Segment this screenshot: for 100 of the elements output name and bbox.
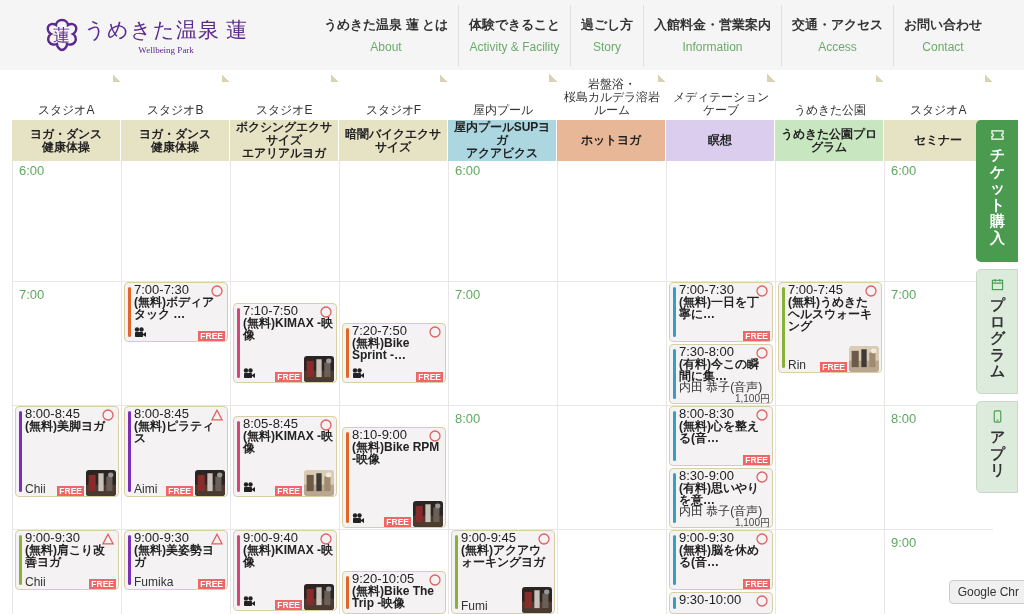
class-card[interactable]: 8:00-8:45 (無料)ピラティス Aimi FREE — [124, 406, 228, 497]
price-text: 1,100円 — [734, 394, 770, 403]
program-name: アクアビクス — [466, 147, 538, 160]
program-name: 暗闇バイクエクササイズ — [344, 127, 442, 154]
hour-label: 7:00 — [891, 287, 917, 302]
class-card[interactable]: 7:30-8:00 (有料)今この瞬間に集… 内田 恭子(音声) 1,100円 — [669, 344, 773, 404]
instructor-name: Aimi — [134, 484, 158, 495]
side-tab[interactable]: プログラム — [976, 269, 1018, 394]
class-time: 9:00-9:30 — [134, 531, 189, 544]
class-title: (無料)肩こり改善ヨガ — [25, 544, 106, 568]
class-time: 7:30-8:00 — [679, 345, 735, 358]
class-card[interactable]: 7:10-7:50 (無料)KIMAX -映像 FREE — [233, 302, 337, 384]
class-card[interactable]: 8:00-8:30 (無料)心を整える(音… FREE — [669, 406, 773, 466]
instructor-name: 内田 恭子(音声) — [679, 506, 763, 517]
free-tag: FREE — [275, 486, 302, 496]
class-time: 7:00-7:30 — [134, 283, 190, 296]
free-tag: FREE — [275, 599, 302, 610]
class-card[interactable]: 7:20-7:50 (無料)Bike Sprint -… FREE — [342, 323, 446, 384]
class-time: 9:20-10:05 — [352, 572, 415, 586]
class-title: (無料)Bike Sprint -… — [352, 337, 411, 362]
studio-name: メディテーションケーブ — [671, 91, 770, 117]
class-title: (無料)脳を休める(音… — [679, 544, 760, 568]
studio-name: 桜島カルデラ溶岩ルーム — [562, 91, 661, 117]
nav-link[interactable]: うめきた温泉 蓮 とは About — [314, 4, 458, 66]
tooltip: Google Chr — [948, 580, 1024, 604]
class-card[interactable]: 8:10-9:00 (無料)Bike RPM -映像 FREE — [342, 426, 446, 528]
free-tag: FREE — [743, 579, 770, 589]
class-card[interactable]: 9:00-9:30 (無料)肩こり改善ヨガ Chii FREE — [15, 530, 119, 590]
studio-name: スタジオB — [147, 104, 204, 117]
free-tag: FREE — [743, 331, 770, 341]
ticket-icon — [990, 128, 1004, 141]
instructor-name: Fumika — [134, 577, 174, 588]
program-name: 健康体操 — [151, 140, 199, 154]
nav-link[interactable]: 体験できること Activity & Facility — [458, 4, 570, 66]
free-tag: FREE — [384, 517, 411, 527]
class-card[interactable]: 9:00-9:45 (無料)アクアウォーキングヨガ Fumi — [451, 530, 555, 614]
class-card[interactable]: 9:00-9:30 (無料)脳を休める(音… FREE — [669, 530, 773, 590]
class-title: (無料)Bike RPM -映像 — [352, 440, 441, 465]
class-title: (無料)美脚ヨガ — [25, 420, 107, 432]
hour-label: 8:00 — [891, 411, 917, 426]
class-time: 9:00-9:30 — [25, 531, 81, 544]
nav-link[interactable]: 入館料金・営業案内 Information — [643, 4, 781, 66]
instructor-name: Chii — [25, 577, 46, 588]
class-card[interactable]: 8:00-8:45 (無料)美脚ヨガ Chii FREE — [15, 406, 119, 497]
class-card[interactable]: 9:00-9:40 (無料)KIMAX -映像 FREE — [233, 530, 337, 611]
logo-icon — [44, 17, 80, 53]
class-time: 8:00-8:30 — [679, 407, 735, 420]
class-title: (無料)ピラティス — [134, 420, 215, 444]
instructor-name: Chii — [25, 484, 46, 495]
class-title: (無料)一日を丁寧に… — [679, 296, 760, 320]
program-name: うめきた公園プログラム — [780, 127, 878, 154]
class-card[interactable]: 8:30-9:00 (有料)思いやりを意… 内田 恭子(音声) 1,100円 — [669, 468, 773, 528]
class-card[interactable]: 7:00-7:30 (無料)一日を丁寧に… FREE — [669, 282, 773, 342]
free-tag: FREE — [57, 486, 84, 496]
class-title: (無料)うめきたヘルスウォーキング — [788, 296, 873, 332]
instructor-name: Fumi — [461, 601, 488, 612]
free-tag: FREE — [198, 579, 225, 589]
side-tab[interactable]: アプリ — [976, 401, 1018, 493]
free-tag: FREE — [198, 331, 225, 341]
free-tag: FREE — [89, 579, 116, 589]
class-title: (有料)思いやりを意… — [679, 482, 759, 506]
corner-mark — [767, 74, 775, 82]
studio-name: スタジオA — [910, 104, 967, 117]
class-time: 9:00-9:45 — [461, 531, 517, 544]
class-card[interactable]: 9:20-10:05 (無料)Bike The Trip -映像 — [342, 571, 446, 614]
instructor-name: Rin — [788, 360, 806, 371]
class-time: 7:10-7:50 — [243, 303, 299, 317]
program-name: ヨガ・ダンス — [30, 127, 102, 141]
program-name: ホットヨガ — [581, 134, 641, 147]
program-name: セミナー — [914, 134, 962, 147]
class-card[interactable]: 7:00-7:30 (無料)ボディアタック … FREE — [124, 282, 228, 342]
instructor-name: 内田 恭子(音声) — [679, 382, 763, 393]
hour-label: 9:00 — [891, 535, 917, 550]
program-name: エアリアルヨガ — [242, 147, 326, 160]
class-card[interactable]: 9:30-10:00 — [669, 592, 773, 614]
class-card[interactable]: 8:05-8:45 (無料)KIMAX -映像 FREE — [233, 416, 337, 497]
nav-link[interactable]: お問い合わせ Contact — [893, 4, 992, 66]
calendar-icon — [990, 278, 1004, 291]
program-name: ボクシングエクササイズ — [235, 121, 333, 147]
class-title: (無料)Bike The Trip -映像 — [352, 585, 435, 610]
class-title: (無料)ボディアタック … — [134, 296, 215, 320]
class-time: 7:00-7:30 — [679, 283, 735, 296]
class-time: 8:05-8:45 — [243, 417, 298, 431]
class-time: 7:20-7:50 — [352, 324, 407, 338]
free-tag: FREE — [820, 362, 847, 372]
class-card[interactable]: 7:00-7:45 (無料)うめきたヘルスウォーキング Rin FREE — [778, 282, 882, 373]
class-time: 7:00-7:45 — [788, 283, 844, 296]
program-name: 屋内プールSUPヨガ — [452, 121, 552, 147]
hour-label: 7:00 — [455, 287, 481, 302]
hour-label: 7:00 — [19, 287, 45, 302]
class-title: (無料)KIMAX -映像 — [243, 430, 334, 455]
studio-name: スタジオA — [38, 104, 95, 117]
corner-mark — [549, 74, 557, 82]
nav-link[interactable]: 交通・アクセス Access — [781, 4, 893, 66]
nav-link[interactable]: 過ごし方 Story — [570, 4, 643, 66]
class-card[interactable]: 9:00-9:30 (無料)美姿勢ヨガ Fumika FREE — [124, 530, 228, 590]
class-time: 9:00-9:30 — [679, 531, 734, 544]
studio-name: うめきた公園 — [793, 104, 866, 117]
class-time: 8:00-8:45 — [25, 407, 80, 420]
logo-name: うめきた温泉 蓮 — [84, 16, 249, 44]
